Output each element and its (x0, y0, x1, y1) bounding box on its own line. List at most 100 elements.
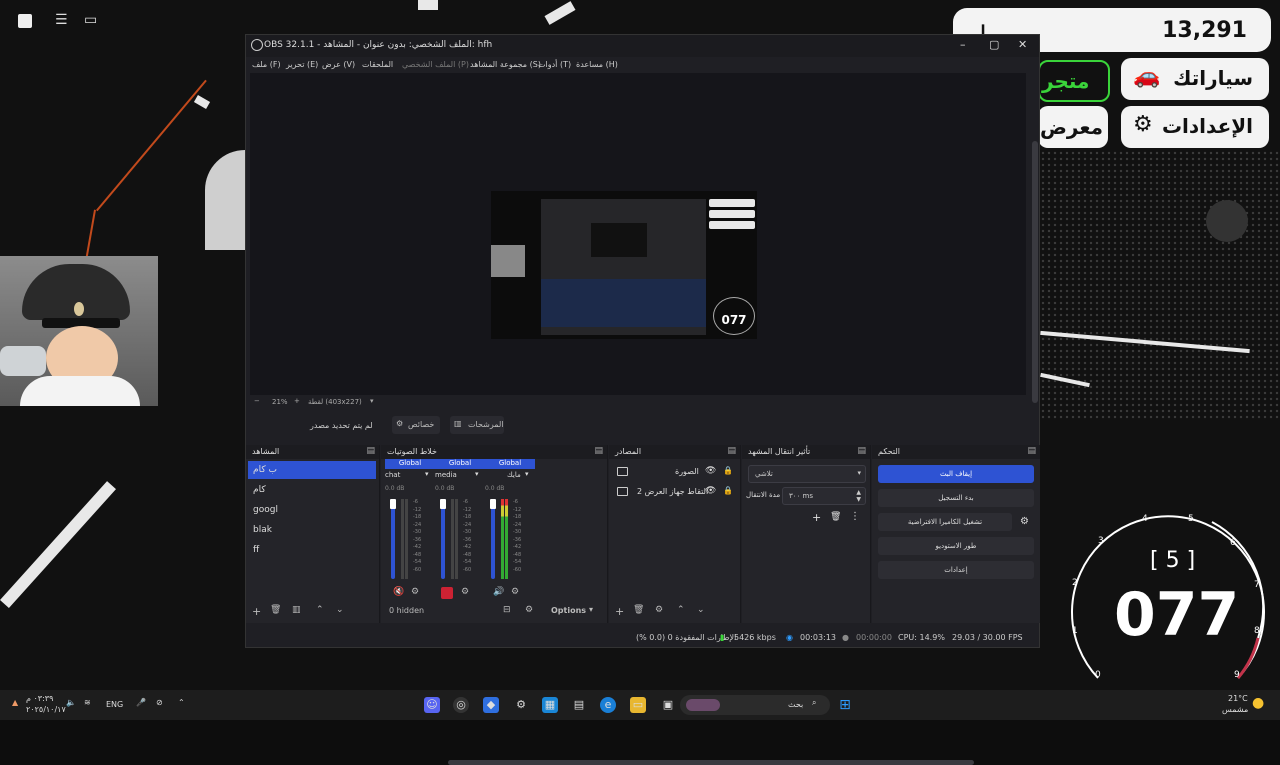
add-icon[interactable]: + (252, 605, 261, 618)
wifi-icon[interactable]: ≋ (84, 698, 91, 707)
settings-button[interactable]: إعدادات (878, 561, 1034, 579)
menu-tools[interactable]: أدوات (T) (538, 60, 571, 69)
minimize-icon[interactable]: – (960, 38, 966, 51)
chevron-down-icon[interactable]: ▾ (425, 470, 429, 478)
roblox-studio-icon[interactable]: ◆ (483, 697, 499, 713)
trash-icon[interactable]: 🗑 (830, 512, 841, 522)
layout-icon[interactable]: ⊟ (503, 605, 511, 615)
dock-menu-icon[interactable]: ▤ (727, 446, 736, 456)
notification-icon[interactable]: ▲ (12, 698, 18, 707)
options-button[interactable]: Options (551, 606, 586, 615)
edge-icon[interactable]: e (600, 697, 616, 713)
chat-icon[interactable]: ▭ (84, 12, 97, 28)
chevron-down-icon[interactable]: ▾ (475, 470, 479, 478)
discord-icon[interactable]: ☺ (424, 697, 440, 713)
dock-menu-icon[interactable]: ▤ (594, 446, 603, 456)
menu-help[interactable]: مساعدة (H) (576, 60, 618, 69)
scene-item[interactable]: googl (248, 501, 376, 519)
task-view-icon[interactable]: ▣ (660, 697, 676, 713)
store-button[interactable]: متجر (1038, 60, 1110, 102)
lock-icon[interactable]: 🔒 (723, 466, 733, 475)
chevron-down-icon[interactable]: ▾ (589, 605, 593, 614)
settings-icon[interactable]: ⚙ (513, 697, 529, 713)
add-icon[interactable]: + (615, 605, 624, 618)
fader-knob[interactable] (490, 499, 496, 509)
menu-scene-collection[interactable]: مجموعة المشاهد (S) (470, 60, 541, 69)
settings-button[interactable]: ⚙ الإعدادات (1121, 106, 1269, 148)
obs-titlebar[interactable]: OBS 32.1.1 - الملف الشخصي: بدون عنوان - … (246, 35, 1039, 57)
calendar-icon[interactable]: ▤ (571, 697, 587, 713)
zoom-out-icon[interactable]: − (254, 397, 260, 405)
search-box[interactable]: بحث ⌕ (680, 695, 830, 715)
hidden-count[interactable]: 0 hidden (389, 606, 424, 615)
mic-icon[interactable]: 🎤 (136, 698, 146, 707)
zoom-dropdown-icon[interactable]: ▾ (370, 397, 374, 405)
gear-icon[interactable]: ⚙ (655, 605, 663, 615)
filters-button[interactable]: ▥ المرشحات (450, 416, 504, 434)
start-recording-button[interactable]: بدء التسجيل (878, 489, 1034, 507)
tray-expand-icon[interactable]: ⌃ (178, 698, 185, 707)
volume-icon[interactable]: 🔈 (66, 698, 76, 707)
roblox-icon[interactable] (18, 14, 32, 28)
channel-name[interactable]: chat (385, 471, 400, 479)
stop-stream-button[interactable]: إيقاف البث (878, 465, 1034, 483)
gear-icon[interactable]: ⚙ (1020, 516, 1029, 527)
move-up-icon[interactable]: ⌃ (316, 605, 324, 615)
obs-icon[interactable]: ◎ (453, 697, 469, 713)
move-down-icon[interactable]: ⌄ (697, 605, 705, 615)
visibility-icon[interactable]: 👁 (705, 486, 716, 496)
channel-name[interactable]: media (435, 471, 457, 479)
duration-spinbox[interactable]: ٣٠٠ ms ▲ ▼ (782, 487, 866, 505)
language-indicator[interactable]: ENG (106, 700, 123, 709)
studio-mode-button[interactable]: طور الاستوديو (878, 537, 1034, 555)
menu-icon[interactable]: ☰ (55, 12, 68, 28)
network-off-icon[interactable]: ⊘ (156, 698, 163, 707)
speaker-icon[interactable]: 🔊 (493, 587, 504, 597)
menu-view[interactable]: عرض (V) (322, 60, 355, 69)
volume-fader[interactable] (441, 499, 445, 579)
muted-speaker-icon[interactable] (441, 587, 453, 599)
scene-item[interactable]: blak (248, 521, 376, 539)
scene-item[interactable]: ب كام (248, 461, 376, 479)
maximize-icon[interactable]: ▢ (989, 38, 999, 51)
virtual-camera-button[interactable]: تشغيل الكاميرا الافتراضية (878, 513, 1012, 531)
lock-icon[interactable]: 🔒 (723, 486, 733, 495)
chevron-down-icon[interactable]: ▾ (525, 470, 529, 478)
store-icon[interactable]: ▦ (542, 697, 558, 713)
trash-icon[interactable]: 🗑 (270, 605, 281, 615)
source-item[interactable]: التقاط جهاز العرض 2 👁 🔒 (613, 483, 733, 501)
move-up-icon[interactable]: ⌃ (677, 605, 685, 615)
mixer-settings-icon[interactable]: ⚙ (525, 605, 533, 615)
preview-vertical-scrollbar[interactable] (1032, 141, 1038, 403)
menu-file[interactable]: ملف (F) (252, 60, 281, 69)
channel-settings-icon[interactable]: ⚙ (411, 587, 419, 597)
stepper-icon[interactable]: ▲ ▼ (856, 489, 861, 503)
preview-horizontal-scrollbar[interactable] (448, 760, 974, 765)
properties-button[interactable]: ⚙ خصائص (392, 416, 440, 434)
add-icon[interactable]: + (812, 511, 821, 524)
transition-select[interactable]: تلاشي ▾ (748, 465, 866, 483)
visibility-icon[interactable]: 👁 (705, 466, 716, 476)
preview-canvas[interactable]: 077 (250, 73, 1038, 403)
dock-menu-icon[interactable]: ▤ (857, 446, 866, 456)
zoom-in-icon[interactable]: + (294, 397, 300, 405)
dock-menu-icon[interactable]: ▤ (1027, 446, 1036, 456)
channel-settings-icon[interactable]: ⚙ (461, 587, 469, 597)
move-down-icon[interactable]: ⌄ (336, 605, 344, 615)
fader-knob[interactable] (390, 499, 396, 509)
dock-menu-icon[interactable]: ▤ (366, 446, 375, 456)
menu-edit[interactable]: تحرير (E) (286, 60, 318, 69)
menu-profile[interactable]: الملف الشخصي (P) (402, 60, 469, 69)
more-icon[interactable]: ⋮ (850, 511, 860, 522)
scene-item[interactable]: كام (248, 481, 376, 499)
cars-button[interactable]: 🚗 سياراتك (1121, 58, 1269, 100)
fader-knob[interactable] (440, 499, 446, 509)
camera-icon[interactable] (1206, 200, 1248, 242)
filter-icon[interactable]: ▥ (292, 605, 301, 615)
volume-fader[interactable] (391, 499, 395, 579)
source-item[interactable]: الصورة 👁 🔒 (613, 463, 733, 481)
volume-fader[interactable] (491, 499, 495, 579)
channel-name[interactable]: مايك (507, 471, 521, 479)
showroom-button[interactable]: معرض (1038, 106, 1108, 148)
close-icon[interactable]: ✕ (1018, 38, 1027, 51)
